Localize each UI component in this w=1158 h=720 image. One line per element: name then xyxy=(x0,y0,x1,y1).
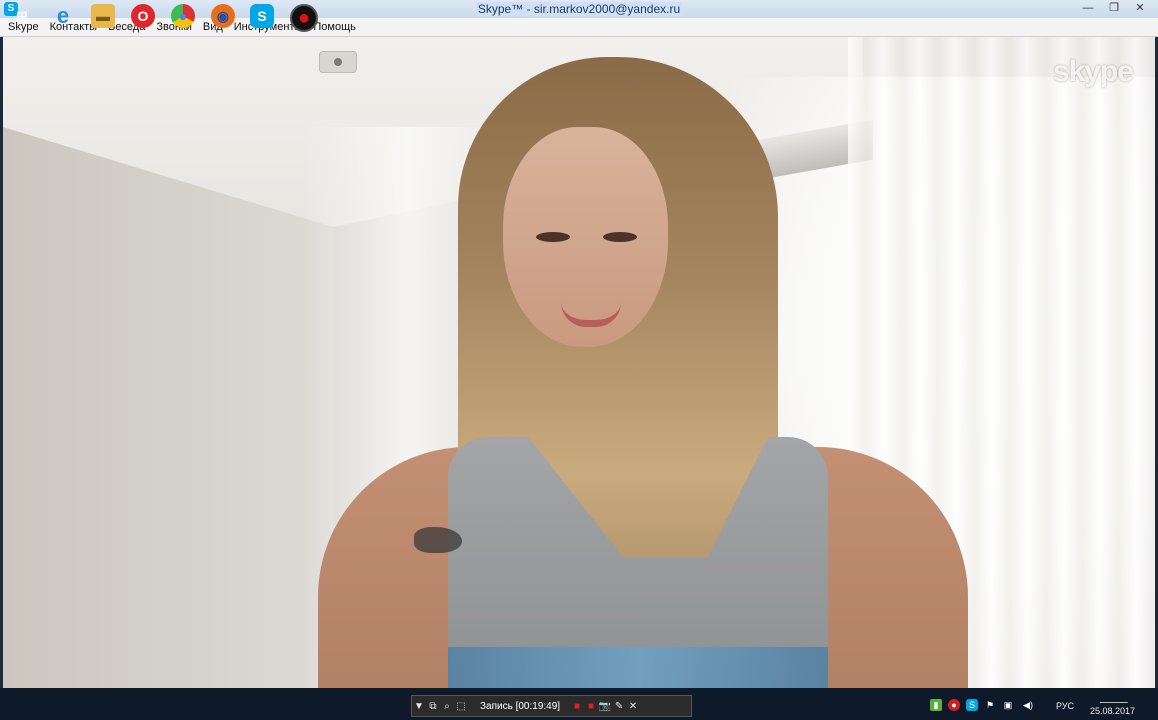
rec-pause-icon[interactable]: ■ xyxy=(570,701,584,712)
tray-network-icon[interactable]: ▣ xyxy=(1002,699,1014,711)
system-tray: ▮ ● S ⚑ ▣ ◀) xyxy=(930,696,1036,714)
tray-date[interactable]: 25.08.2017 xyxy=(1090,706,1135,716)
person-face xyxy=(503,127,668,347)
recording-toolbar: ▼ ⧉ ⌕ ⬚ Запись [00:19:49] ■ ■ 📷 ✎ ✕ xyxy=(411,695,692,717)
skype-watermark-logo: skype xyxy=(1052,55,1134,88)
recording-timer: Запись [00:19:49] xyxy=(480,700,561,712)
person-right-eye xyxy=(603,232,637,242)
tray-volume-icon[interactable]: ◀) xyxy=(1020,699,1036,711)
firefox-glyph: ◉ xyxy=(216,7,230,24)
chrome-glyph: ● xyxy=(178,8,188,24)
opera-icon[interactable]: O xyxy=(131,4,155,28)
rec-stop-icon[interactable]: ■ xyxy=(584,701,598,712)
rec-menu-icon[interactable]: ▼ xyxy=(412,701,426,712)
skype-glyph: S xyxy=(257,8,267,24)
caller-person xyxy=(318,57,968,688)
rec-close-icon[interactable]: ✕ xyxy=(626,701,640,712)
rec-region-icon[interactable]: ⬚ xyxy=(454,701,468,712)
rec-window-icon[interactable]: ⧉ xyxy=(426,701,440,712)
shoulder-tattoo xyxy=(414,527,462,553)
tray-flag-icon[interactable]: ⚑ xyxy=(984,699,996,711)
window-title-text: Skype™ - sir.markov2000@yandex.ru xyxy=(475,2,683,16)
chrome-icon[interactable]: ● xyxy=(171,4,195,28)
file-explorer-icon[interactable]: ▬ xyxy=(91,4,115,28)
start-glyph: ⊞ xyxy=(16,7,28,24)
person-smile xyxy=(561,302,621,327)
skype-taskbar-icon[interactable]: S xyxy=(250,4,274,28)
tray-green-icon[interactable]: ▮ xyxy=(930,699,942,711)
window-controls: — ❐ ✕ xyxy=(1076,1,1152,15)
maximize-button[interactable]: ❐ xyxy=(1102,1,1126,15)
clock-handwriting xyxy=(1099,690,1133,703)
explorer-glyph: ▬ xyxy=(96,8,110,24)
rec-camera-icon[interactable]: 📷 xyxy=(598,701,612,712)
tray-skype-icon[interactable]: S xyxy=(966,699,978,711)
tray-record-icon[interactable]: ● xyxy=(948,699,960,711)
windows-start-icon[interactable]: ⊞ xyxy=(10,4,34,28)
opera-glyph: O xyxy=(137,8,149,24)
language-indicator[interactable]: РУС xyxy=(1056,701,1074,711)
close-button[interactable]: ✕ xyxy=(1128,1,1152,15)
firefox-icon[interactable]: ◉ xyxy=(211,4,235,28)
ie-glyph: e xyxy=(56,3,70,28)
recorder-glyph: ● xyxy=(297,6,311,29)
minimize-button[interactable]: — xyxy=(1076,1,1100,15)
menu-help[interactable]: Помощь xyxy=(313,21,356,33)
rec-zoom-icon[interactable]: ⌕ xyxy=(440,701,454,712)
video-call-view[interactable]: skype xyxy=(3,37,1155,688)
shirt-print xyxy=(448,647,828,688)
rec-draw-icon[interactable]: ✎ xyxy=(612,701,626,712)
internet-explorer-icon[interactable]: e xyxy=(51,3,75,28)
person-left-eye xyxy=(536,232,570,242)
recorder-icon[interactable]: ● xyxy=(290,4,318,32)
